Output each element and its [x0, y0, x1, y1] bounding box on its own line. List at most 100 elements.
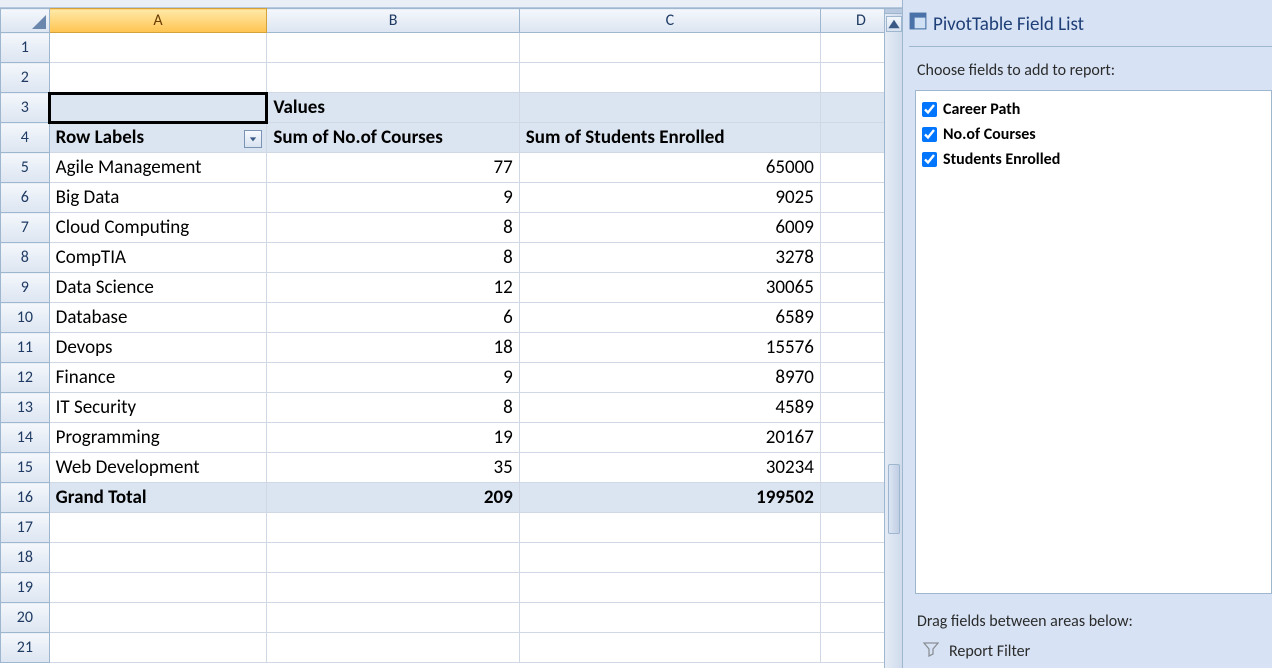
cell-A21[interactable] [49, 633, 267, 663]
cell-A3[interactable] [49, 93, 267, 123]
cell-B11[interactable]: 18 [267, 333, 519, 363]
cell-B3[interactable]: Values [267, 93, 519, 123]
cell-A4[interactable]: Row Labels [49, 123, 267, 153]
cell-C19[interactable] [519, 573, 820, 603]
cell-A17[interactable] [49, 513, 267, 543]
row-header-9[interactable]: 9 [1, 273, 50, 303]
row-header-4[interactable]: 4 [1, 123, 50, 153]
cell-A5[interactable]: Agile Management [49, 153, 267, 183]
cell-B7[interactable]: 8 [267, 213, 519, 243]
cell-A15[interactable]: Web Development [49, 453, 267, 483]
field-checkbox-1[interactable] [922, 127, 937, 142]
cell-B9[interactable]: 12 [267, 273, 519, 303]
row-header-5[interactable]: 5 [1, 153, 50, 183]
row-header-19[interactable]: 19 [1, 573, 50, 603]
row-header-21[interactable]: 21 [1, 633, 50, 663]
cell-B6[interactable]: 9 [267, 183, 519, 213]
split-handle[interactable] [885, 8, 902, 14]
cell-B13[interactable]: 8 [267, 393, 519, 423]
cell-A7[interactable]: Cloud Computing [49, 213, 267, 243]
cell-B2[interactable] [267, 63, 519, 93]
cell-B8[interactable]: 8 [267, 243, 519, 273]
cell-A2[interactable] [49, 63, 267, 93]
field-item-0[interactable]: Career Path [920, 97, 1267, 122]
cell-A14[interactable]: Programming [49, 423, 267, 453]
cell-A12[interactable]: Finance [49, 363, 267, 393]
row-header-13[interactable]: 13 [1, 393, 50, 423]
cell-C5[interactable]: 65000 [519, 153, 820, 183]
cell-A9[interactable]: Data Science [49, 273, 267, 303]
row-header-14[interactable]: 14 [1, 423, 50, 453]
cell-C9[interactable]: 30065 [519, 273, 820, 303]
cell-B1[interactable] [267, 33, 519, 63]
cell-B14[interactable]: 19 [267, 423, 519, 453]
cell-C14[interactable]: 20167 [519, 423, 820, 453]
cell-A8[interactable]: CompTIA [49, 243, 267, 273]
row-header-8[interactable]: 8 [1, 243, 50, 273]
field-list[interactable]: Career PathNo.of CoursesStudents Enrolle… [915, 90, 1272, 594]
cell-A11[interactable]: Devops [49, 333, 267, 363]
sheet-vertical-scrollbar[interactable] [884, 8, 902, 668]
cell-A13[interactable]: IT Security [49, 393, 267, 423]
cell-C18[interactable] [519, 543, 820, 573]
cell-C6[interactable]: 9025 [519, 183, 820, 213]
cell-C15[interactable]: 30234 [519, 453, 820, 483]
cell-C13[interactable]: 4589 [519, 393, 820, 423]
row-header-17[interactable]: 17 [1, 513, 50, 543]
cell-B12[interactable]: 9 [267, 363, 519, 393]
row-header-2[interactable]: 2 [1, 63, 50, 93]
field-checkbox-2[interactable] [922, 152, 937, 167]
cell-A6[interactable]: Big Data [49, 183, 267, 213]
cell-B5[interactable]: 77 [267, 153, 519, 183]
cell-C3[interactable] [519, 93, 820, 123]
cell-A18[interactable] [49, 543, 267, 573]
row-header-11[interactable]: 11 [1, 333, 50, 363]
cell-B4[interactable]: Sum of No.of Courses [267, 123, 519, 153]
row-header-15[interactable]: 15 [1, 453, 50, 483]
col-header-A[interactable]: A [49, 9, 267, 33]
row-header-12[interactable]: 12 [1, 363, 50, 393]
row-header-10[interactable]: 10 [1, 303, 50, 333]
cell-C4[interactable]: Sum of Students Enrolled [519, 123, 820, 153]
cell-A20[interactable] [49, 603, 267, 633]
cell-B17[interactable] [267, 513, 519, 543]
grid[interactable]: A B C D 123Values4Row LabelsSum of No.of… [0, 8, 902, 668]
area-report-filter[interactable]: Report Filter [909, 639, 1272, 668]
cell-C20[interactable] [519, 603, 820, 633]
cell-C16[interactable]: 199502 [519, 483, 820, 513]
field-checkbox-0[interactable] [922, 102, 937, 117]
row-header-7[interactable]: 7 [1, 213, 50, 243]
row-header-18[interactable]: 18 [1, 543, 50, 573]
cell-A16[interactable]: Grand Total [49, 483, 267, 513]
row-labels-dropdown[interactable] [244, 130, 262, 148]
cell-B18[interactable] [267, 543, 519, 573]
row-header-16[interactable]: 16 [1, 483, 50, 513]
row-header-20[interactable]: 20 [1, 603, 50, 633]
cell-B19[interactable] [267, 573, 519, 603]
cell-C7[interactable]: 6009 [519, 213, 820, 243]
cell-A10[interactable]: Database [49, 303, 267, 333]
cell-C1[interactable] [519, 33, 820, 63]
cell-B20[interactable] [267, 603, 519, 633]
cell-B10[interactable]: 6 [267, 303, 519, 333]
cell-C17[interactable] [519, 513, 820, 543]
scroll-up-icon[interactable] [886, 16, 902, 32]
cell-B15[interactable]: 35 [267, 453, 519, 483]
cell-A1[interactable] [49, 33, 267, 63]
cell-B21[interactable] [267, 633, 519, 663]
field-item-1[interactable]: No.of Courses [920, 122, 1267, 147]
cell-C2[interactable] [519, 63, 820, 93]
row-header-1[interactable]: 1 [1, 33, 50, 63]
cell-A19[interactable] [49, 573, 267, 603]
row-header-6[interactable]: 6 [1, 183, 50, 213]
row-header-3[interactable]: 3 [1, 93, 50, 123]
cell-B16[interactable]: 209 [267, 483, 519, 513]
field-item-2[interactable]: Students Enrolled [920, 147, 1267, 172]
cell-C12[interactable]: 8970 [519, 363, 820, 393]
cell-C21[interactable] [519, 633, 820, 663]
cell-C11[interactable]: 15576 [519, 333, 820, 363]
select-all-corner[interactable] [1, 9, 50, 33]
col-header-C[interactable]: C [519, 9, 820, 33]
scroll-thumb[interactable] [888, 464, 900, 534]
cell-C10[interactable]: 6589 [519, 303, 820, 333]
